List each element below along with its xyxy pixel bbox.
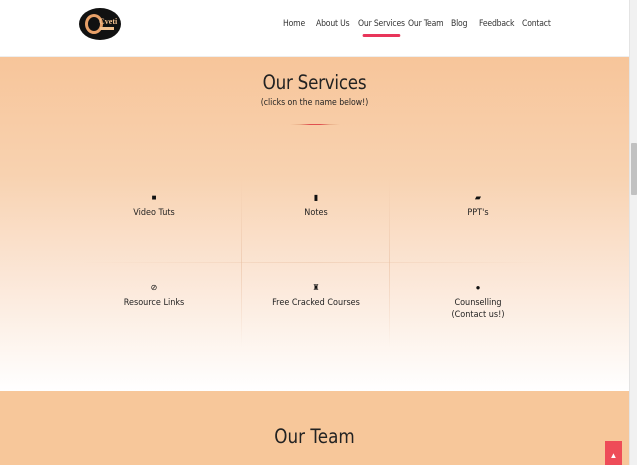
- nav-item-contact[interactable]: Contact: [522, 18, 551, 28]
- mobile-icon: ▮: [313, 193, 319, 202]
- user-icon: ●: [475, 283, 481, 292]
- service-card-label[interactable]: Notes: [249, 207, 382, 219]
- paperclip-icon: ⊘: [150, 283, 158, 292]
- service-card[interactable]: ● Counselling (Contact us!): [404, 283, 552, 353]
- graduation-icon: ♜: [312, 283, 320, 292]
- team-section: Our Team: [0, 391, 629, 465]
- services-title: Our Services: [262, 71, 367, 94]
- arrow-up-icon: ▲: [609, 451, 618, 460]
- nav-item-feedback[interactable]: Feedback: [479, 18, 514, 28]
- service-card-label[interactable]: Resource Links: [87, 297, 220, 309]
- service-card-label[interactable]: Video Tuts: [87, 207, 220, 219]
- service-card-label[interactable]: Counselling (Contact us!): [411, 297, 544, 321]
- back-to-top-button[interactable]: ▲: [605, 441, 622, 465]
- service-card[interactable]: ■ Video Tuts: [80, 193, 228, 263]
- service-card[interactable]: ♜ Free Cracked Courses: [242, 283, 390, 353]
- site-header: Cveti Home About Us Our Services Our Team Bl…: [0, 0, 629, 57]
- services-subtitle: (clicks on the name below!): [260, 98, 369, 108]
- nav-item-our-team[interactable]: Our Team: [408, 18, 444, 28]
- nav-item-blog[interactable]: Blog: [451, 18, 467, 28]
- video-camera-icon: ■: [151, 193, 157, 202]
- nav-item-our-services[interactable]: Our Services: [358, 18, 405, 37]
- logo-bar: [100, 27, 114, 30]
- service-card[interactable]: ⊘ Resource Links: [80, 283, 228, 353]
- title-underline: [290, 124, 340, 125]
- service-card[interactable]: ▰ PPT's: [404, 193, 552, 263]
- site-logo[interactable]: Cveti: [79, 8, 121, 40]
- scrollbar-thumb[interactable]: [631, 143, 637, 195]
- page: Cveti Home About Us Our Services Our Team Bl…: [0, 0, 637, 465]
- scrollbar[interactable]: [629, 0, 637, 465]
- team-title: Our Team: [274, 425, 355, 448]
- service-card[interactable]: ▮ Notes: [242, 193, 390, 263]
- service-card-label[interactable]: PPT's: [411, 207, 544, 219]
- logo-text: Cveti: [99, 17, 118, 26]
- nav-item-about-us[interactable]: About Us: [316, 18, 350, 28]
- nav-item-home[interactable]: Home: [283, 18, 305, 28]
- services-section: Our Services (clicks on the name below!)…: [0, 57, 629, 391]
- folder-open-icon: ▰: [474, 193, 482, 202]
- service-card-label[interactable]: Free Cracked Courses: [249, 297, 382, 309]
